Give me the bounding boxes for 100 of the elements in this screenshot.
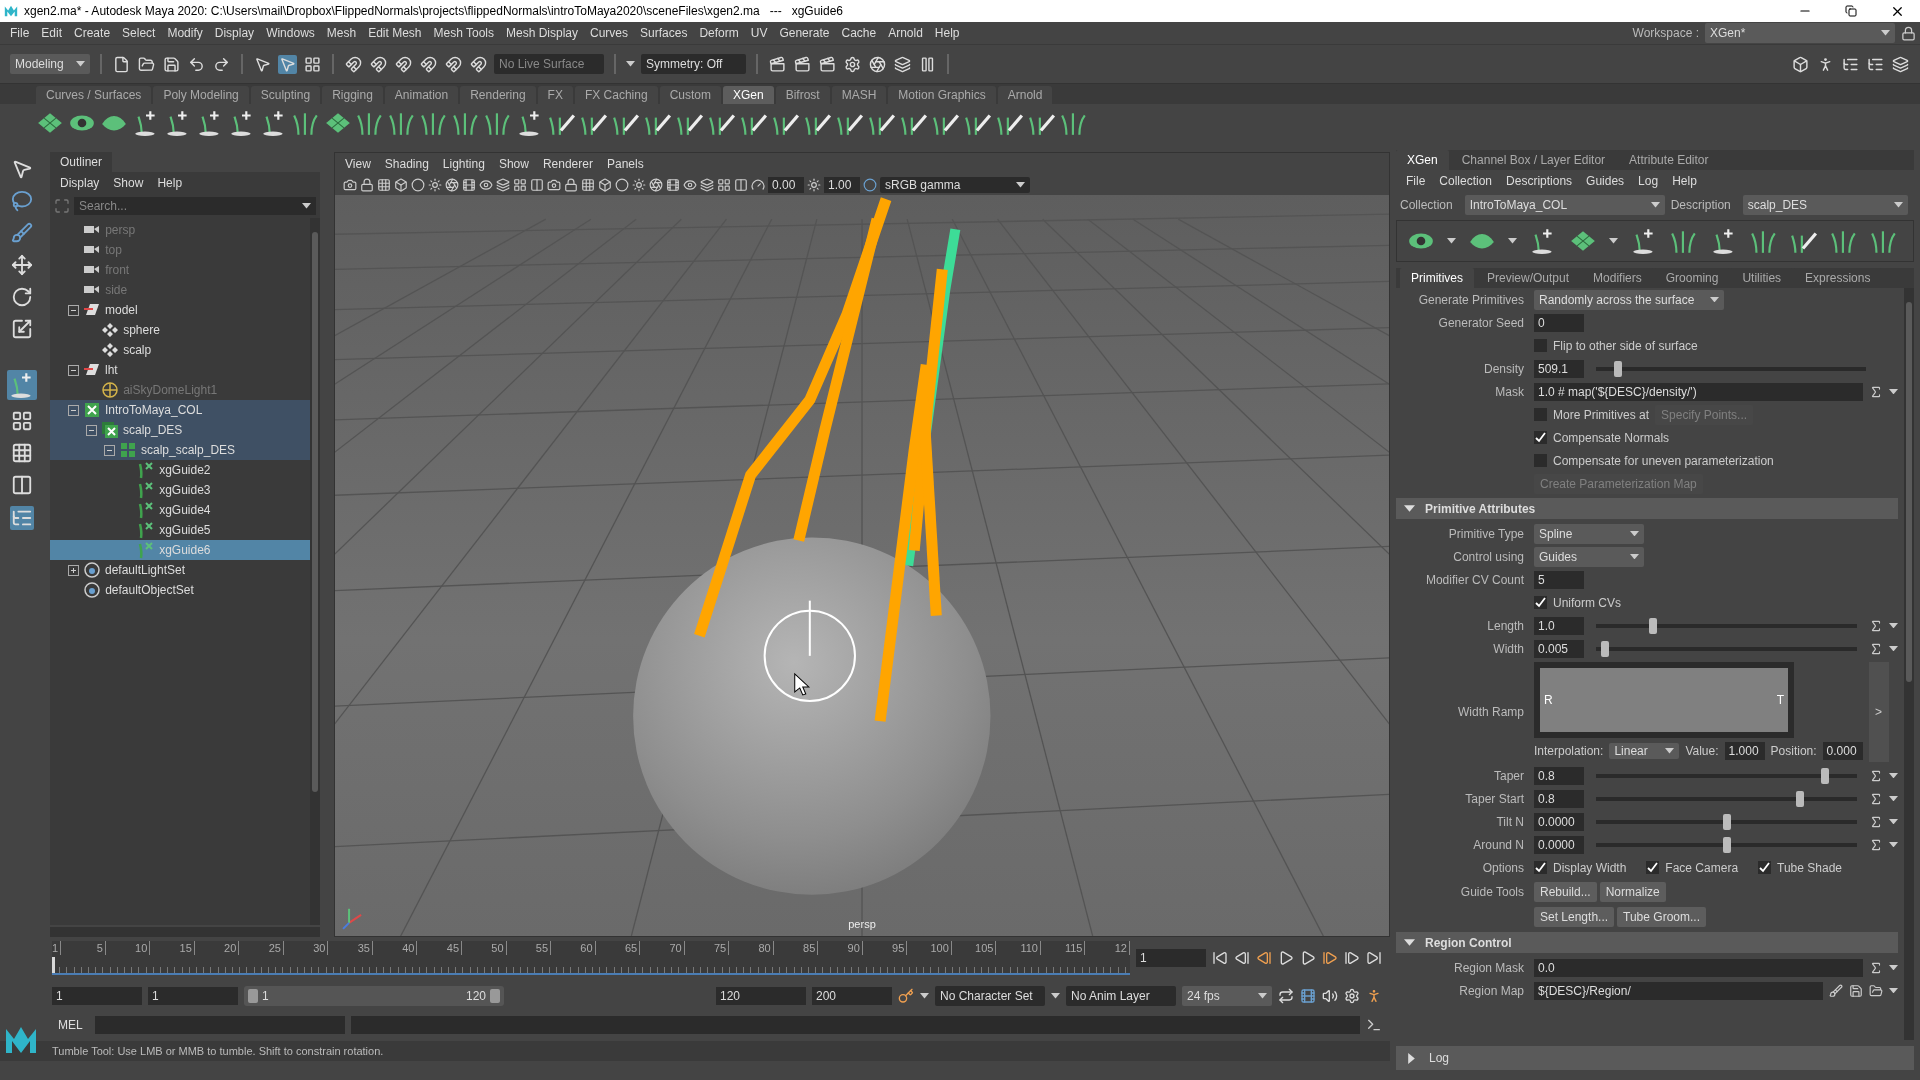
checkbox[interactable] (1534, 408, 1547, 421)
save-icon[interactable] (1849, 983, 1863, 998)
expression-editor-icon[interactable] (1869, 837, 1883, 852)
magnet-icon[interactable] (345, 55, 362, 73)
collapse-icon[interactable] (68, 304, 79, 316)
menu-item[interactable]: Mesh Display (500, 24, 585, 42)
eye-icon[interactable] (683, 178, 697, 192)
caret-icon[interactable] (1889, 622, 1898, 629)
menu-item[interactable]: Curves (584, 24, 635, 42)
menu-item[interactable]: File (4, 24, 36, 42)
cube-icon[interactable] (394, 178, 408, 192)
paint-brush-icon[interactable] (1829, 983, 1843, 998)
slider-thumb[interactable] (1821, 767, 1830, 784)
color-management-icon[interactable] (863, 178, 877, 192)
outliner-item[interactable]: scalp_DES (50, 420, 310, 440)
workspace-dropdown[interactable]: XGen* (1705, 23, 1895, 43)
map-path-field[interactable]: ${DESC}/Region/ (1534, 981, 1823, 1000)
outliner-item[interactable]: IntroToMaya_COL (50, 400, 310, 420)
skip-back-icon[interactable] (1212, 950, 1228, 966)
collapse-icon[interactable] (68, 404, 79, 416)
number-field[interactable]: 5 (1534, 570, 1584, 589)
number-field[interactable]: 0.0000 (1534, 812, 1584, 831)
checkbox[interactable] (1534, 339, 1547, 352)
menu-item[interactable]: File (1400, 172, 1432, 190)
play-backward-icon[interactable] (1278, 950, 1294, 966)
slider-thumb[interactable] (1649, 617, 1658, 634)
clapperboard-icon[interactable] (769, 55, 786, 73)
section-header[interactable]: Region Control (1396, 932, 1898, 953)
panel-tab[interactable]: XGen (1396, 150, 1449, 170)
checkbox[interactable] (1534, 861, 1547, 874)
scale-icon[interactable] (11, 318, 33, 340)
outliner-item[interactable]: sphere (50, 320, 310, 340)
checkbox[interactable] (1646, 861, 1660, 874)
panel-tab[interactable]: Primitives (1400, 268, 1474, 288)
slider-thumb[interactable] (1722, 813, 1731, 830)
next-key-icon[interactable] (1322, 950, 1338, 966)
collapse-icon[interactable] (68, 364, 79, 376)
film-icon[interactable] (462, 178, 476, 192)
menu-item[interactable]: Arnold (882, 24, 929, 42)
caret-icon[interactable] (1889, 772, 1898, 779)
expand-icon[interactable] (68, 564, 79, 576)
playback-start-field[interactable]: 1 (148, 987, 238, 1005)
sun-icon[interactable] (807, 178, 821, 192)
rotate-icon[interactable] (11, 286, 33, 308)
mode-dropdown[interactable]: Modeling (10, 54, 90, 74)
slider-thumb[interactable] (1795, 790, 1804, 807)
layout-grid-icon[interactable] (513, 178, 527, 192)
outliner-item[interactable]: xgGuide4 (50, 500, 310, 520)
grid-icon[interactable] (581, 178, 595, 192)
menu-item[interactable]: Windows (260, 24, 321, 42)
menu-item[interactable]: Log (1632, 172, 1665, 190)
slider-thumb[interactable] (1614, 360, 1623, 377)
shelf-tab[interactable]: MASH (831, 86, 887, 104)
menu-item[interactable]: Edit Mesh (362, 24, 428, 42)
menu-item[interactable]: Collection (1433, 172, 1499, 190)
layout-grid-icon[interactable] (11, 410, 33, 432)
command-input-field[interactable] (94, 1016, 345, 1034)
caret-icon[interactable] (1889, 645, 1898, 652)
expression-field[interactable]: 0.0 (1534, 958, 1863, 977)
shelf-tab[interactable]: Curves / Surfaces (36, 86, 152, 104)
menu-item[interactable]: Show (107, 174, 150, 192)
menu-item[interactable]: Display (208, 24, 261, 42)
checkbox[interactable] (1534, 596, 1547, 609)
previous-key-icon[interactable] (1256, 950, 1272, 966)
magnet-icon[interactable] (395, 55, 412, 73)
shelf-tab[interactable]: Animation (384, 86, 459, 104)
menu-item[interactable]: Help (928, 24, 966, 42)
dropdown[interactable]: Spline (1534, 523, 1644, 544)
clapperboard-icon[interactable] (794, 55, 811, 73)
caret-icon[interactable] (1889, 987, 1898, 994)
live-surface-field[interactable]: No Live Surface (494, 54, 604, 74)
magnet-icon[interactable] (420, 55, 437, 73)
grid-icon[interactable] (11, 442, 33, 464)
columns-icon[interactable] (734, 178, 748, 192)
menu-item[interactable]: Descriptions (1500, 172, 1579, 190)
tool-button[interactable]: Tube Groom... (1617, 906, 1706, 927)
lock-icon[interactable] (564, 178, 578, 192)
menu-item[interactable]: Generate (773, 24, 836, 42)
step-forward-icon[interactable] (1344, 950, 1360, 966)
menu-item[interactable]: Display (54, 174, 106, 192)
number-field[interactable]: 0.8 (1534, 789, 1584, 808)
aperture-icon[interactable] (445, 178, 459, 192)
menu-item[interactable]: Mesh Tools (427, 24, 500, 42)
expression-editor-icon[interactable] (1869, 814, 1883, 829)
caret-icon[interactable] (1889, 795, 1898, 802)
pause-icon[interactable] (919, 55, 936, 73)
shelf-tab[interactable]: FX (537, 86, 573, 104)
shelf-tab[interactable]: Rigging (322, 86, 383, 104)
settings-icon[interactable] (1344, 988, 1360, 1004)
outliner-item[interactable]: xgGuide2 (50, 460, 310, 480)
fps-dropdown[interactable]: 24 fps (1182, 986, 1272, 1006)
outliner-item[interactable]: defaultLightSet (50, 560, 310, 580)
menu-item[interactable]: Deform (693, 24, 745, 42)
color-space-dropdown[interactable]: sRGB gamma (880, 177, 1030, 193)
shelf-tab[interactable]: Bifrost (775, 86, 830, 104)
layers-icon[interactable] (1892, 55, 1909, 73)
exposure-field[interactable]: 0.00 (768, 177, 804, 193)
caret-icon[interactable] (1889, 388, 1898, 395)
menu-item[interactable]: Lighting (436, 155, 491, 173)
caret-icon[interactable] (1889, 964, 1898, 971)
